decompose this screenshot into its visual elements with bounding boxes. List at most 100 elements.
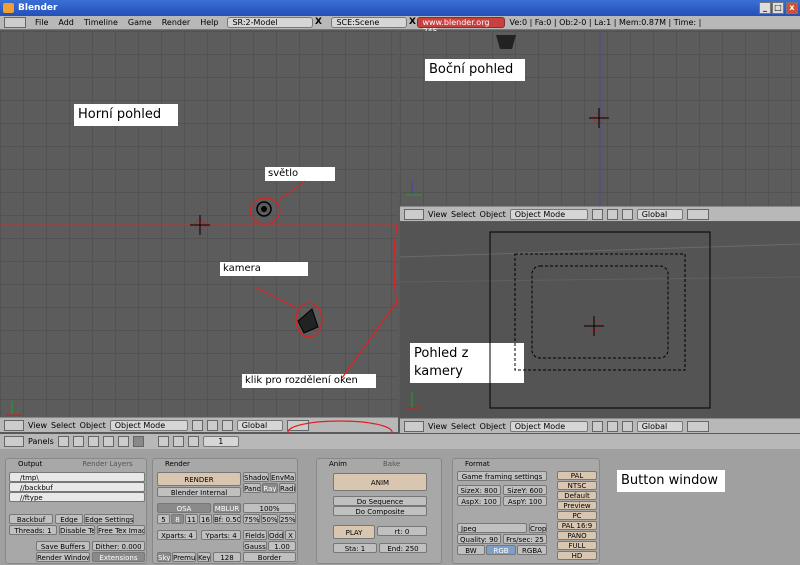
preset-full[interactable]: FULL: [557, 541, 597, 550]
render-window-select[interactable]: Render Window: [36, 552, 90, 562]
scene-selector[interactable]: SCE:Scene: [331, 17, 408, 28]
mblur-button[interactable]: MBLUR: [213, 503, 241, 513]
ftype-path[interactable]: //ftype: [9, 492, 145, 502]
osa-button[interactable]: OSA: [157, 503, 211, 513]
output-path[interactable]: /tmp\: [9, 472, 145, 482]
buttons-type-icon[interactable]: [4, 436, 24, 447]
fps-field[interactable]: Frs/sec: 25: [503, 534, 547, 544]
play-button[interactable]: PLAY: [333, 525, 375, 539]
x-button[interactable]: X: [285, 530, 296, 540]
panels-menu[interactable]: Panels: [28, 437, 54, 446]
anim-icon[interactable]: [172, 436, 184, 447]
edge-button[interactable]: Edge: [55, 514, 83, 524]
render-icon[interactable]: [157, 436, 169, 447]
key-button[interactable]: Key: [197, 552, 211, 562]
select-menu[interactable]: Select: [51, 421, 76, 430]
layers-icon[interactable]: [686, 208, 709, 220]
preset-pc[interactable]: PC: [557, 511, 597, 520]
mode-selector[interactable]: Object Mode: [109, 419, 188, 431]
aspy-field[interactable]: AspY: 100: [503, 496, 547, 506]
fields-button[interactable]: Fields: [243, 530, 267, 540]
gauss-value[interactable]: 1.00: [268, 541, 296, 551]
envmap-button[interactable]: EnvMap: [270, 472, 296, 482]
blender-url[interactable]: www.blender.org 245: [417, 17, 506, 36]
logic-icon[interactable]: [57, 436, 69, 447]
bw-button[interactable]: BW: [457, 545, 485, 555]
object-icon[interactable]: [102, 436, 114, 447]
side-camera-icon[interactable]: [496, 35, 516, 49]
light-icon[interactable]: [256, 201, 272, 217]
bf-field[interactable]: Bf: 0.50: [213, 514, 241, 524]
close-button[interactable]: x: [786, 2, 798, 14]
orientation-selector[interactable]: Global: [636, 420, 683, 432]
object-menu[interactable]: Object: [480, 422, 506, 431]
do-sequence-button[interactable]: Do Sequence: [333, 496, 427, 506]
format-tab[interactable]: Format: [453, 459, 599, 470]
file-format-select[interactable]: Jpeg: [457, 523, 527, 533]
render-engine-select[interactable]: Blender Internal: [157, 487, 241, 497]
layers-icon[interactable]: [686, 420, 709, 432]
pano-button[interactable]: Pano: [243, 483, 261, 493]
edge-settings-button[interactable]: Edge Settings: [84, 514, 134, 524]
hand-icon[interactable]: [621, 420, 633, 432]
sizex-field[interactable]: SizeX: 800: [457, 485, 501, 495]
end-frame-field[interactable]: End: 250: [379, 543, 427, 553]
osa-5-button[interactable]: 5: [157, 514, 170, 524]
menu-game[interactable]: Game: [123, 18, 157, 27]
yparts-field[interactable]: Yparts: 4: [201, 530, 241, 540]
start-frame-field[interactable]: Sta: 1: [333, 543, 377, 553]
hand-icon[interactable]: [221, 419, 233, 431]
render-tab[interactable]: Render: [153, 459, 297, 470]
rt-field[interactable]: rt: 0: [377, 526, 427, 536]
render-button[interactable]: RENDER: [157, 472, 241, 486]
aspx-field[interactable]: AspX: 100: [457, 496, 501, 506]
sizey-field[interactable]: SizeY: 600: [503, 485, 547, 495]
preset-hd[interactable]: HD: [557, 551, 597, 560]
anim-tab[interactable]: Anim Bake: [317, 459, 441, 470]
camera-object-icon[interactable]: [297, 308, 319, 334]
shadow-button[interactable]: Shadow: [243, 472, 269, 482]
screen-close-icon[interactable]: X: [313, 17, 323, 28]
game-framing-button[interactable]: Game framing settings: [457, 471, 547, 481]
manipulator-icon[interactable]: [606, 420, 618, 432]
do-composite-button[interactable]: Do Composite: [333, 506, 427, 516]
view-menu[interactable]: View: [28, 421, 47, 430]
pivot-icon[interactable]: [591, 420, 603, 432]
object-menu[interactable]: Object: [80, 421, 106, 430]
pivot-icon[interactable]: [591, 208, 603, 220]
editing-icon[interactable]: [117, 436, 129, 447]
preset-pano[interactable]: PANO: [557, 531, 597, 540]
window-type-icon[interactable]: [4, 17, 26, 28]
size-25-button[interactable]: 25%: [279, 514, 296, 524]
preset-ntsc[interactable]: NTSC: [557, 481, 597, 490]
border-button[interactable]: Border: [243, 552, 296, 562]
menu-timeline[interactable]: Timeline: [79, 18, 123, 27]
shading-icon[interactable]: [87, 436, 99, 447]
128-select[interactable]: 128: [213, 552, 241, 562]
size-50-button[interactable]: 50%: [261, 514, 278, 524]
gauss-select[interactable]: Gauss: [243, 541, 267, 551]
manipulator-icon[interactable]: [206, 419, 218, 431]
rgb-button[interactable]: RGB: [486, 545, 516, 555]
preset-pal[interactable]: PAL: [557, 471, 597, 480]
view-menu[interactable]: View: [428, 422, 447, 431]
radi-button[interactable]: Radi: [279, 483, 296, 493]
disable-tex-button[interactable]: Disable Te: [59, 525, 95, 535]
menu-file[interactable]: File: [30, 18, 53, 27]
preset-pal169[interactable]: PAL 16:9: [557, 521, 597, 530]
script-icon[interactable]: [72, 436, 84, 447]
odd-button[interactable]: Odd: [268, 530, 284, 540]
size-75-button[interactable]: 75%: [243, 514, 260, 524]
free-tex-button[interactable]: Free Tex Image: [97, 525, 145, 535]
orientation-selector[interactable]: Global: [636, 208, 683, 220]
menu-help[interactable]: Help: [195, 18, 223, 27]
output-tab[interactable]: Output Render Layers: [6, 459, 146, 470]
frame-field[interactable]: 1: [202, 436, 239, 447]
osa-16-button[interactable]: 16: [199, 514, 212, 524]
manipulator-icon[interactable]: [606, 208, 618, 220]
object-menu[interactable]: Object: [480, 210, 506, 219]
size-100-button[interactable]: 100%: [243, 503, 296, 513]
maximize-button[interactable]: □: [772, 2, 784, 14]
xparts-field[interactable]: Xparts: 4: [157, 530, 197, 540]
mode-selector[interactable]: Object Mode: [509, 208, 588, 220]
